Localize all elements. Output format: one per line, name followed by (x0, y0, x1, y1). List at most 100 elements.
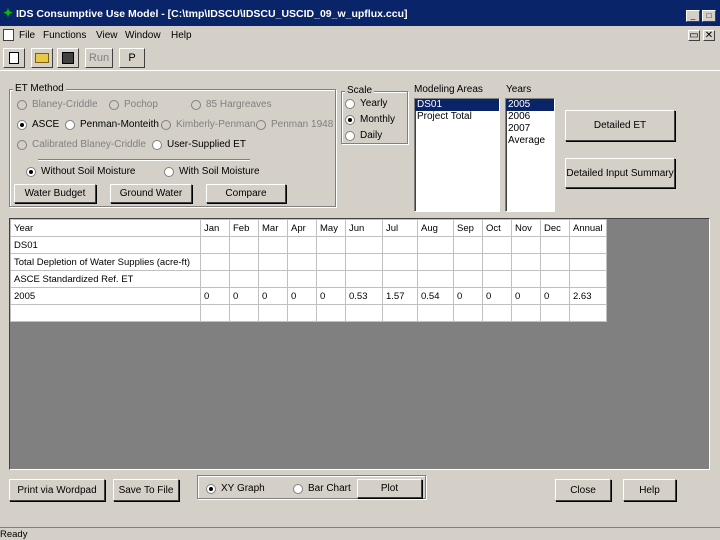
table-cell[interactable] (287, 270, 317, 288)
table-cell[interactable] (287, 304, 317, 322)
table-cell[interactable] (511, 236, 541, 254)
radio-with-soil-moisture[interactable]: With Soil Moisture (164, 166, 260, 177)
table-cell[interactable] (345, 236, 383, 254)
table-cell[interactable]: 0 (229, 287, 259, 305)
table-cell[interactable] (316, 253, 346, 271)
table-cell[interactable] (229, 304, 259, 322)
table-cell[interactable] (482, 236, 512, 254)
table-row[interactable]: ASCE Standardized Ref. ET (10, 270, 607, 288)
table-cell[interactable] (382, 270, 418, 288)
menu-file[interactable]: File (19, 30, 35, 41)
table-cell[interactable] (200, 236, 230, 254)
list-item-2005[interactable]: 2005 (506, 99, 554, 111)
new-file-button[interactable] (3, 48, 25, 68)
table-cell[interactable] (287, 236, 317, 254)
p-button[interactable]: P (119, 48, 145, 68)
table-cell[interactable]: 2005 (10, 287, 201, 305)
radio-kimberly-penman[interactable]: Kimberly-Penman (161, 119, 255, 130)
table-cell[interactable]: 0 (258, 287, 288, 305)
table-row[interactable]: DS01 (10, 236, 607, 254)
table-cell[interactable] (229, 236, 259, 254)
help-button[interactable]: Help (623, 479, 676, 501)
table-cell[interactable] (417, 304, 454, 322)
table-cell[interactable] (10, 304, 201, 322)
radio-without-soil-moisture[interactable]: Without Soil Moisture (26, 166, 135, 177)
years-list[interactable]: 2005 2006 2007 Average (505, 98, 555, 212)
table-cell[interactable]: 0 (540, 287, 570, 305)
table-cell[interactable] (540, 236, 570, 254)
table-cell[interactable] (417, 270, 454, 288)
table-cell[interactable] (569, 304, 607, 322)
table-cell[interactable] (316, 304, 346, 322)
list-item-project-total[interactable]: Project Total (415, 111, 499, 123)
menu-functions[interactable]: Functions (43, 30, 86, 41)
table-cell[interactable] (382, 236, 418, 254)
detailed-et-button[interactable]: Detailed ET (565, 110, 675, 141)
table-cell[interactable]: 0 (200, 287, 230, 305)
radio-asce[interactable]: ASCE (17, 119, 59, 130)
table-cell[interactable] (417, 253, 454, 271)
table-cell[interactable] (482, 270, 512, 288)
table-cell[interactable]: DS01 (10, 236, 201, 254)
table-cell[interactable] (511, 253, 541, 271)
table-cell[interactable] (482, 304, 512, 322)
table-cell[interactable]: 0 (287, 287, 317, 305)
table-cell[interactable] (229, 270, 259, 288)
ground-water-button[interactable]: Ground Water (110, 184, 192, 203)
radio-yearly[interactable]: Yearly (345, 98, 387, 109)
table-cell[interactable] (453, 304, 483, 322)
list-item-2007[interactable]: 2007 (506, 123, 554, 135)
table-cell[interactable] (540, 270, 570, 288)
list-item-average[interactable]: Average (506, 135, 554, 147)
table-cell[interactable] (316, 236, 346, 254)
table-cell[interactable] (569, 253, 607, 271)
radio-daily[interactable]: Daily (345, 130, 382, 141)
table-cell[interactable] (453, 253, 483, 271)
table-cell[interactable]: ASCE Standardized Ref. ET (10, 270, 201, 288)
menu-help[interactable]: Help (171, 30, 192, 41)
table-cell[interactable]: 0 (511, 287, 541, 305)
document-icon[interactable] (3, 29, 14, 41)
table-cell[interactable] (569, 270, 607, 288)
table-cell[interactable] (453, 270, 483, 288)
table-cell[interactable] (540, 304, 570, 322)
plot-button[interactable]: Plot (357, 479, 422, 498)
table-cell[interactable] (382, 304, 418, 322)
table-cell[interactable] (345, 253, 383, 271)
radio-85-hargreaves[interactable]: 85 Hargreaves (191, 99, 272, 110)
list-item-ds01[interactable]: DS01 (415, 99, 499, 111)
table-cell[interactable]: Total Depletion of Water Supplies (acre-… (10, 253, 201, 271)
detailed-input-summary-button[interactable]: Detailed Input Summary (565, 158, 675, 188)
run-button[interactable]: Run (85, 48, 113, 68)
maximize-button[interactable]: □ (702, 10, 716, 22)
menu-view[interactable]: View (96, 30, 118, 41)
table-row[interactable] (10, 304, 607, 322)
table-cell[interactable] (540, 253, 570, 271)
table-cell[interactable] (511, 270, 541, 288)
table-cell[interactable]: 0 (316, 287, 346, 305)
table-cell[interactable] (316, 270, 346, 288)
table-cell[interactable] (258, 270, 288, 288)
results-grid-area[interactable]: Year Jan Feb Mar Apr May Jun Jul Aug Sep… (9, 218, 710, 470)
table-cell[interactable]: 0 (453, 287, 483, 305)
table-cell[interactable] (569, 236, 607, 254)
table-cell[interactable] (229, 253, 259, 271)
close-button[interactable]: Close (555, 479, 611, 501)
mdi-restore-button[interactable]: ▭ (688, 30, 700, 41)
table-cell[interactable] (511, 304, 541, 322)
radio-calibrated-blaney-criddle[interactable]: Calibrated Blaney-Criddle (17, 139, 146, 150)
save-to-file-button[interactable]: Save To File (113, 479, 179, 501)
table-cell[interactable] (200, 304, 230, 322)
table-cell[interactable] (417, 236, 454, 254)
table-cell[interactable] (345, 304, 383, 322)
table-cell[interactable]: 2.63 (569, 287, 607, 305)
table-cell[interactable] (345, 270, 383, 288)
radio-blaney-criddle[interactable]: Blaney-Criddle (17, 99, 98, 110)
results-table[interactable]: Year Jan Feb Mar Apr May Jun Jul Aug Sep… (10, 219, 607, 322)
table-row[interactable]: 2005 0 0 0 0 0 0.53 1.57 0.54 0 0 0 0 2.… (10, 287, 607, 305)
minimize-button[interactable]: _ (686, 10, 700, 22)
table-cell[interactable] (482, 253, 512, 271)
mdi-close-button[interactable]: ✕ (703, 30, 715, 41)
table-cell[interactable] (258, 236, 288, 254)
radio-bar-chart[interactable]: Bar Chart (293, 483, 351, 494)
